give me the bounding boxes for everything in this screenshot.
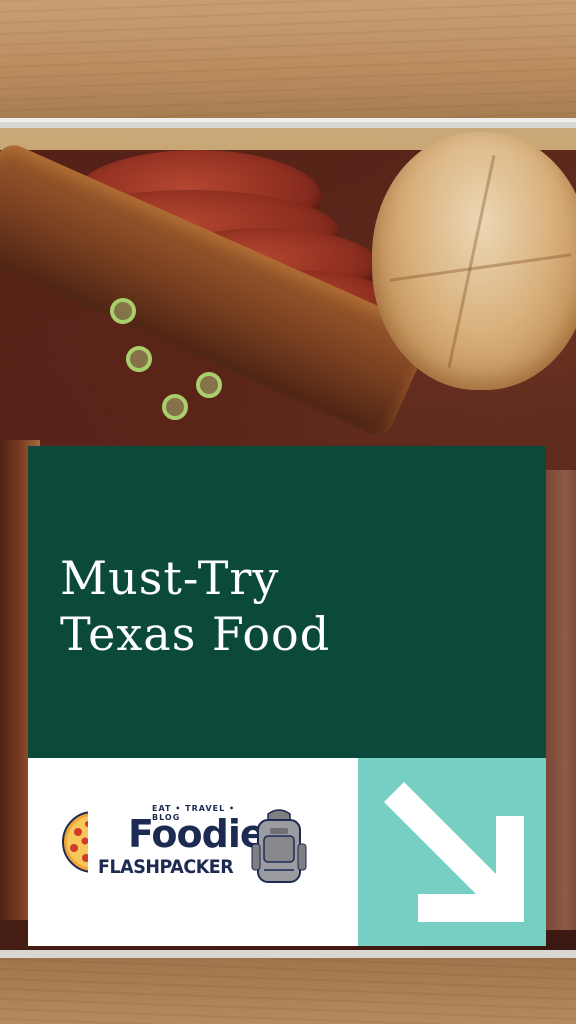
title-card: Must-Try Texas Food EAT • TRAVEL • BLOG …	[28, 446, 546, 946]
wordmark: EAT • TRAVEL • BLOG Foodie FLASHPACKER	[88, 802, 266, 888]
headline-line-2: Texas Food	[60, 607, 331, 661]
headline-line-1: Must-Try	[60, 551, 280, 605]
bread-roll	[372, 132, 576, 390]
arrow-panel[interactable]	[358, 758, 546, 946]
logo-panel: EAT • TRAVEL • BLOG Foodie FLASHPACKER	[28, 758, 358, 946]
arrow-down-right-icon	[384, 782, 524, 922]
headline-panel: Must-Try Texas Food	[28, 446, 546, 758]
foodie-flashpacker-logo: EAT • TRAVEL • BLOG Foodie FLASHPACKER	[54, 796, 314, 896]
pin-graphic: Must-Try Texas Food EAT • TRAVEL • BLOG …	[0, 0, 576, 1024]
scallion-garnish	[110, 298, 136, 324]
scallion-garnish	[196, 372, 222, 398]
logo-brand-foodie: Foodie	[128, 812, 266, 856]
backpack-icon	[251, 809, 307, 883]
scallion-garnish	[162, 394, 188, 420]
wood-table-top	[0, 0, 576, 120]
logo-brand-flashpacker: FLASHPACKER	[98, 856, 234, 878]
headline: Must-Try Texas Food	[60, 550, 520, 662]
scallion-garnish	[126, 346, 152, 372]
wood-table-bottom	[0, 958, 576, 1024]
